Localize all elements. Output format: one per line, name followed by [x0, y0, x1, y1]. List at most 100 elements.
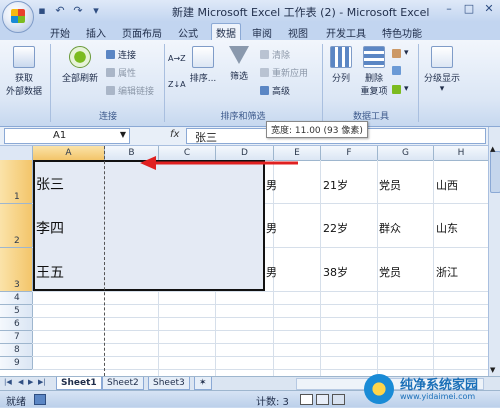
column-header-g[interactable]: G	[378, 146, 434, 161]
prev-sheet-icon[interactable]: ◀	[18, 378, 23, 386]
separator	[418, 44, 419, 122]
row-header-3[interactable]: 3	[0, 248, 33, 292]
row-header-5[interactable]: 5	[0, 305, 33, 318]
connections-button[interactable]: 连接	[106, 48, 136, 61]
cell-h2[interactable]: 山东	[436, 220, 458, 236]
cell-g1[interactable]: 党员	[379, 177, 401, 193]
cell-a2[interactable]: 李四	[36, 218, 64, 238]
sort-desc-button[interactable]: Z↓A	[168, 80, 186, 89]
name-box-value: A1	[53, 130, 67, 141]
row-header-9[interactable]: 9	[0, 357, 33, 370]
insert-function-button[interactable]: fx	[170, 129, 179, 140]
row-header-2[interactable]: 2	[0, 204, 33, 248]
name-box-dropdown-icon[interactable]: ▼	[120, 130, 126, 139]
sort-desc-icon: Z↓A	[168, 80, 186, 89]
text-to-columns-button[interactable]: 分列	[326, 46, 356, 84]
first-sheet-icon[interactable]: |◀	[4, 378, 12, 386]
sheet-tab-sheet3[interactable]: Sheet3	[148, 377, 190, 390]
tab-view[interactable]: 视图	[288, 25, 308, 40]
filter-label: 筛选	[229, 72, 248, 82]
next-sheet-icon[interactable]: ▶	[28, 378, 33, 386]
reapply-button[interactable]: 重新应用	[260, 66, 308, 79]
get-external-data-button[interactable]: 获取 外部数据	[4, 46, 44, 97]
minimize-icon[interactable]: –	[442, 2, 456, 16]
clear-button[interactable]: 清除	[260, 48, 290, 61]
text-to-columns-icon	[330, 46, 352, 68]
advanced-button[interactable]: 高级	[260, 84, 290, 97]
normal-view-icon[interactable]	[300, 394, 313, 405]
cell-h1[interactable]: 山西	[436, 177, 458, 193]
row-header-7[interactable]: 7	[0, 331, 33, 344]
customize-qat-icon[interactable]: ▾	[90, 5, 102, 17]
separator	[164, 44, 165, 122]
tab-page-layout[interactable]: 页面布局	[122, 25, 162, 40]
cell-f3[interactable]: 38岁	[323, 264, 348, 280]
cell-e3[interactable]: 男	[266, 264, 277, 280]
name-box[interactable]: A1 ▼	[4, 128, 130, 144]
undo-icon[interactable]: ↶	[54, 5, 66, 17]
macro-record-icon[interactable]	[34, 394, 46, 405]
grid-line	[32, 317, 488, 318]
cell-g3[interactable]: 党员	[379, 264, 401, 280]
filter-button[interactable]: 筛选	[224, 46, 254, 82]
cell-g2[interactable]: 群众	[379, 220, 401, 236]
sort-button[interactable]: 排序...	[188, 46, 218, 84]
window-controls: – □ ✕	[442, 2, 496, 16]
tab-insert[interactable]: 插入	[86, 25, 106, 40]
row-header-8[interactable]: 8	[0, 344, 33, 357]
properties-button[interactable]: 属性	[106, 66, 136, 79]
column-header-a[interactable]: A	[33, 146, 105, 161]
text-to-columns-label: 分列	[331, 74, 350, 84]
tab-features[interactable]: 特色功能	[382, 25, 422, 40]
sheet-tab-sheet2[interactable]: Sheet2	[102, 377, 144, 390]
row-header-6[interactable]: 6	[0, 318, 33, 331]
what-if-button[interactable]: ▾	[392, 84, 409, 94]
insert-sheet-icon[interactable]: ✶	[194, 377, 212, 390]
office-button[interactable]	[2, 1, 34, 33]
scroll-thumb[interactable]	[490, 151, 500, 193]
cell-f1[interactable]: 21岁	[323, 177, 348, 193]
column-header-h[interactable]: H	[434, 146, 489, 161]
properties-label: 属性	[118, 69, 137, 79]
vertical-scrollbar[interactable]: ▲ ▼	[488, 127, 500, 376]
save-icon[interactable]: ▪	[36, 5, 48, 17]
remove-duplicates-button[interactable]: 删除 重复项	[358, 46, 390, 97]
cell-h3[interactable]: 浙江	[436, 264, 458, 280]
remove-duplicates-icon	[363, 46, 385, 68]
data-validation-button[interactable]: ▾	[392, 48, 409, 58]
scroll-up-icon[interactable]: ▲	[490, 145, 495, 153]
external-data-icon	[13, 46, 35, 68]
refresh-all-button[interactable]: 全部刷新	[56, 46, 104, 84]
tab-developer[interactable]: 开发工具	[326, 25, 366, 40]
consolidate-button[interactable]	[392, 66, 401, 75]
row-header-4[interactable]: 4	[0, 292, 33, 305]
select-all-corner[interactable]	[0, 146, 33, 161]
outline-button[interactable]: 分级显示 ▾	[420, 46, 464, 94]
cell-a1[interactable]: 张三	[36, 174, 64, 194]
column-header-f[interactable]: F	[321, 146, 378, 161]
close-icon[interactable]: ✕	[482, 2, 496, 16]
tab-home[interactable]: 开始	[50, 25, 70, 40]
tab-data[interactable]: 数据	[211, 23, 241, 41]
edit-links-icon	[106, 86, 115, 95]
sheet-tab-sheet1[interactable]: Sheet1	[56, 377, 102, 390]
cell-e1[interactable]: 男	[266, 177, 277, 193]
tab-review[interactable]: 审阅	[252, 25, 272, 40]
redo-icon[interactable]: ↷	[72, 5, 84, 17]
row-header-1[interactable]: 1	[0, 160, 33, 204]
cell-f2[interactable]: 22岁	[323, 220, 348, 236]
maximize-icon[interactable]: □	[462, 2, 476, 16]
cell-a3[interactable]: 王五	[36, 262, 64, 282]
last-sheet-icon[interactable]: ▶|	[38, 378, 46, 386]
cell-e2[interactable]: 男	[266, 220, 277, 236]
edit-links-label: 编辑链接	[118, 87, 155, 97]
sort-asc-button[interactable]: A→Z	[168, 54, 186, 63]
ribbon-tabs: 开始 插入 页面布局 公式 数据 审阅 视图 开发工具 特色功能	[0, 22, 500, 41]
data-validation-icon	[392, 48, 401, 58]
row-number: 4	[14, 293, 20, 303]
selected-range[interactable]	[33, 160, 265, 291]
page-break-view-icon[interactable]	[332, 394, 345, 405]
edit-links-button[interactable]: 编辑链接	[106, 84, 154, 97]
tab-formulas[interactable]: 公式	[178, 25, 198, 40]
page-layout-view-icon[interactable]	[316, 394, 329, 405]
